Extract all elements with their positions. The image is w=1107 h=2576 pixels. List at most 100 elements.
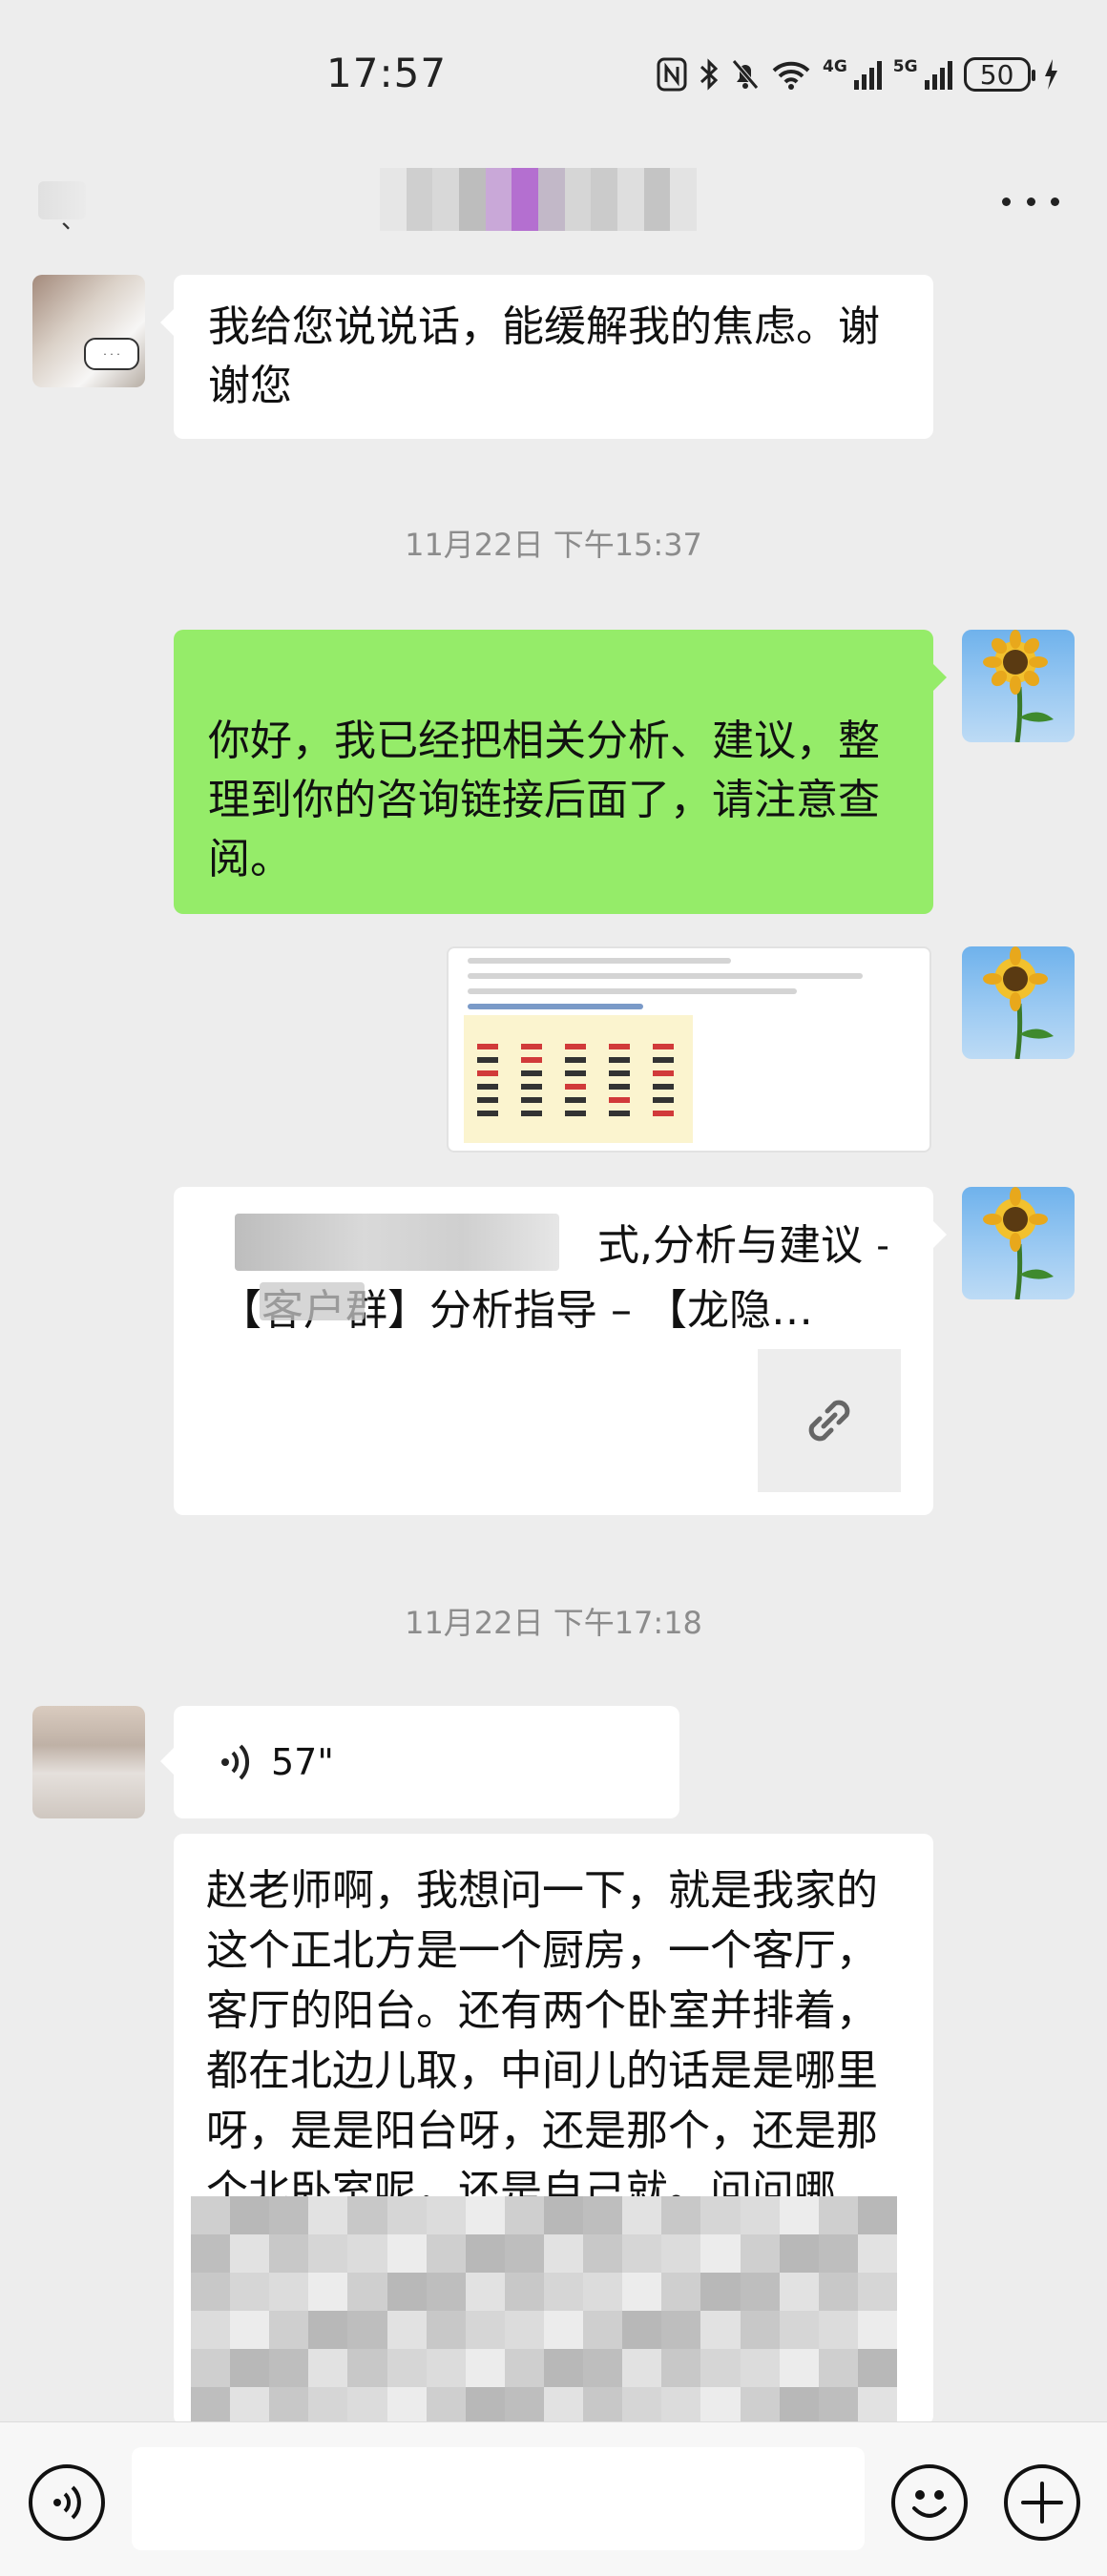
voice-mode-icon <box>53 2485 81 2520</box>
mosaic-cell <box>308 2387 348 2425</box>
mosaic-cell <box>779 2273 819 2311</box>
mosaic-cell <box>347 2273 387 2311</box>
hexagram-figure <box>521 1044 542 1124</box>
mosaic-cell <box>857 2234 897 2273</box>
mosaic-cell <box>504 2234 544 2273</box>
mosaic-cell <box>583 2234 623 2273</box>
mosaic-cell <box>622 2349 662 2387</box>
outgoing-message-bubble[interactable]: 你好，我已经把相关分析、建议，整理到你的咨询链接后面了，请注意查阅。 <box>174 630 947 914</box>
timestamp: 11月22日 下午15:37 <box>405 527 702 563</box>
battery-indicator: 50 <box>963 57 1035 92</box>
mosaic-cell <box>191 2311 231 2349</box>
mosaic-cell <box>347 2311 387 2349</box>
mosaic-cell <box>661 2311 701 2349</box>
mosaic-cell <box>543 2273 584 2311</box>
mosaic-cell <box>230 2349 270 2387</box>
contact-avatar[interactable] <box>32 1706 145 1818</box>
mosaic-cell <box>308 2349 348 2387</box>
mosaic-cell <box>465 2234 505 2273</box>
chat-title-bar: 、 <box>0 143 1107 267</box>
document-preview-lines <box>468 958 907 1019</box>
mosaic-cell <box>465 2387 505 2425</box>
incoming-message-bubble[interactable]: 我给您说说话，能缓解我的焦虑。谢谢您 <box>160 275 933 439</box>
signal-4g-icon <box>853 61 882 90</box>
mosaic-cell <box>230 2234 270 2273</box>
clock: 17:57 <box>326 50 448 96</box>
mosaic-cell <box>700 2387 741 2425</box>
mosaic-cell <box>857 2311 897 2349</box>
self-avatar[interactable] <box>962 946 1075 1059</box>
link-card-message[interactable]: 式,分析与建议 – 【客户群】分析指导 – 【龙隐… <box>174 1187 947 1515</box>
mosaic-cell <box>308 2273 348 2311</box>
link-icon <box>808 1400 850 1442</box>
mosaic-cell <box>818 2273 858 2311</box>
mosaic-cell <box>543 2311 584 2349</box>
battery-level: 50 <box>979 58 1014 91</box>
network-4g-label: 4G <box>823 57 847 76</box>
mosaic-cell <box>779 2349 819 2387</box>
mosaic-cell <box>230 2273 270 2311</box>
plus-button[interactable] <box>1004 2464 1080 2541</box>
back-button[interactable]: 、 <box>38 172 95 239</box>
mosaic-cell <box>818 2196 858 2234</box>
mosaic-cell <box>504 2196 544 2234</box>
mosaic-cell <box>191 2349 231 2387</box>
mosaic-cell <box>465 2349 505 2387</box>
mosaic-cell <box>740 2311 780 2349</box>
more-options-button[interactable] <box>1002 177 1059 225</box>
mosaic-cell <box>622 2311 662 2349</box>
mosaic-cell <box>583 2349 623 2387</box>
sunflower-icon <box>983 946 1054 1059</box>
mosaic-cell <box>622 2387 662 2425</box>
emoji-button[interactable] <box>891 2464 968 2541</box>
mosaic-cell <box>779 2196 819 2234</box>
voice-message-bubble[interactable]: 57" <box>160 1706 679 1818</box>
hexagram-figure <box>609 1044 630 1124</box>
self-avatar[interactable] <box>962 1187 1075 1299</box>
voice-mode-button[interactable] <box>29 2464 105 2541</box>
mosaic-cell <box>857 2196 897 2234</box>
mosaic-cell <box>465 2273 505 2311</box>
mosaic-cell <box>308 2311 348 2349</box>
redacted-mosaic <box>191 2196 897 2425</box>
wifi-icon <box>772 61 810 90</box>
emoji-icon <box>912 2490 947 2518</box>
charging-icon <box>1044 59 1057 90</box>
mosaic-cell <box>386 2349 427 2387</box>
self-avatar[interactable] <box>962 630 1075 742</box>
hexagram-figure <box>477 1044 498 1124</box>
back-label: 、 <box>61 206 87 235</box>
mosaic-cell <box>269 2311 309 2349</box>
mosaic-cell <box>740 2234 780 2273</box>
mosaic-cell <box>308 2196 348 2234</box>
mosaic-cell <box>661 2273 701 2311</box>
mosaic-cell <box>543 2196 584 2234</box>
contact-avatar[interactable]: · · · <box>32 275 145 387</box>
mosaic-cell <box>465 2311 505 2349</box>
mosaic-cell <box>583 2311 623 2349</box>
message-input[interactable] <box>132 2447 865 2550</box>
mosaic-cell <box>661 2349 701 2387</box>
mosaic-cell <box>661 2387 701 2425</box>
mosaic-cell <box>700 2196 741 2234</box>
chat-title-redacted <box>380 168 698 231</box>
mosaic-cell <box>661 2196 701 2234</box>
mosaic-cell <box>818 2387 858 2425</box>
mosaic-cell <box>269 2387 309 2425</box>
bluetooth-icon <box>700 58 719 91</box>
mosaic-cell <box>269 2196 309 2234</box>
mosaic-cell <box>740 2349 780 2387</box>
mosaic-cell <box>583 2387 623 2425</box>
mosaic-cell <box>347 2349 387 2387</box>
mosaic-cell <box>269 2234 309 2273</box>
status-icons: 4G 5G 50 <box>657 53 1059 95</box>
mosaic-cell <box>191 2387 231 2425</box>
image-message[interactable] <box>447 946 931 1153</box>
mosaic-cell <box>583 2273 623 2311</box>
mosaic-cell <box>308 2234 348 2273</box>
mosaic-cell <box>386 2196 427 2234</box>
mosaic-cell <box>386 2234 427 2273</box>
sunflower-icon <box>983 630 1054 742</box>
mosaic-cell <box>740 2196 780 2234</box>
mosaic-cell <box>622 2273 662 2311</box>
